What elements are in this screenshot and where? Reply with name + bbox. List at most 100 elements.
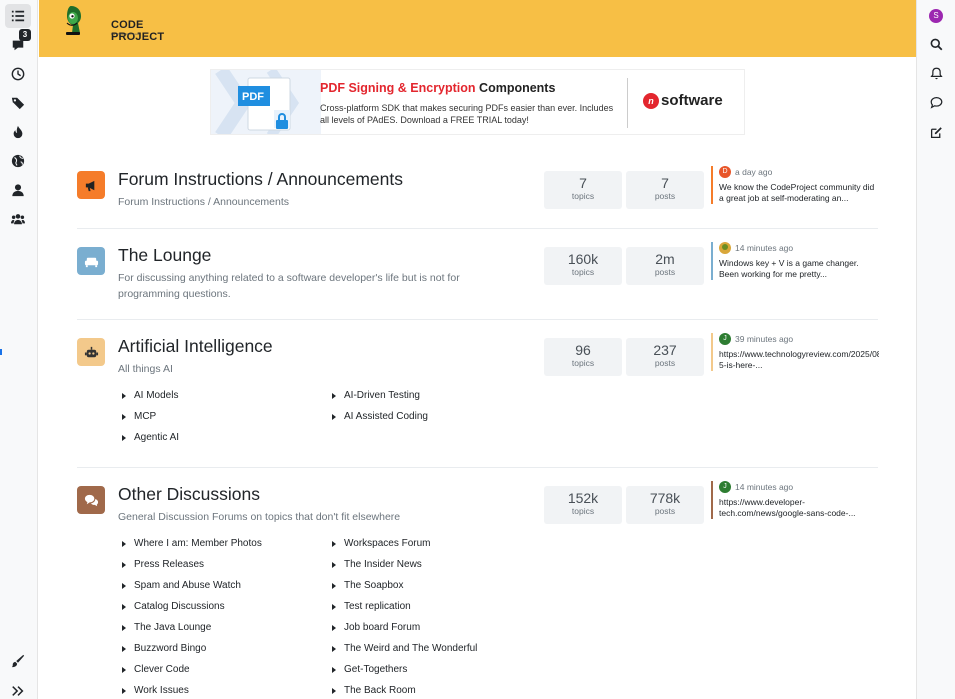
subcategory-link[interactable]: Job board Forum [332, 622, 420, 633]
comments-icon[interactable] [77, 486, 105, 514]
brand-name: software [661, 92, 723, 109]
subcategory-link[interactable]: The Back Room [332, 685, 416, 696]
users-icon[interactable] [5, 178, 31, 202]
subcategory-link[interactable]: The Insider News [332, 559, 422, 570]
subcategory-link[interactable]: The Weird and The Wonderful [332, 643, 477, 654]
last-post-text[interactable]: Windows key + V is a game changer. Been … [719, 258, 879, 280]
subcategory-link[interactable]: The Java Lounge [122, 622, 211, 633]
logo-tagline: For Those Who Code [111, 32, 140, 36]
site-logo[interactable]: CODE PROJECT For Those Who Code [61, 4, 181, 43]
popular-icon[interactable] [5, 120, 31, 144]
recent-icon[interactable] [5, 62, 31, 86]
subcategory-label: AI Models [134, 390, 179, 401]
subcategory-label: Clever Code [134, 664, 190, 675]
subcategory-link[interactable]: Get-Togethers [332, 664, 407, 675]
last-post-text[interactable]: We know the CodeProject community did a … [719, 182, 879, 204]
caret-icon [122, 603, 126, 610]
topics-number: 7 [579, 175, 587, 191]
caret-icon [332, 561, 336, 568]
category-title[interactable]: The Lounge [118, 245, 211, 266]
category-title[interactable]: Artificial Intelligence [118, 336, 273, 357]
last-post[interactable]: 14 minutes ago Windows key + V is a game… [711, 242, 879, 280]
subcategory-label: MCP [134, 411, 157, 422]
categories-icon[interactable] [5, 4, 31, 28]
caret-icon [332, 687, 336, 694]
topics-count: 152k topics [544, 486, 622, 524]
notifications-icon[interactable] [925, 62, 947, 84]
subcategory-label: AI Assisted Coding [344, 411, 428, 422]
search-icon[interactable] [925, 33, 947, 55]
category-forum-instructions: Forum Instructions / Announcements Forum… [77, 166, 878, 211]
caret-icon [332, 392, 336, 399]
ad-artwork: PDF [211, 70, 321, 134]
ad-banner[interactable]: PDF PDF Signing & Encryption Components … [210, 69, 745, 135]
posts-label: posts [654, 506, 676, 516]
subcategory-link[interactable]: Press Releases [122, 559, 204, 570]
category-title[interactable]: Forum Instructions / Announcements [118, 169, 403, 190]
subcategory-label: Get-Togethers [344, 664, 408, 675]
avatar[interactable]: J [719, 333, 731, 345]
subcategory-link[interactable]: Clever Code [122, 664, 190, 675]
last-post-text[interactable]: https://www.developer-tech.com/news/goog… [719, 497, 879, 519]
user-menu[interactable]: S [925, 5, 947, 27]
subcategory-link[interactable]: AI-Driven Testing [332, 390, 420, 401]
avatar[interactable] [719, 242, 731, 254]
subcategory-link[interactable]: Spam and Abuse Watch [122, 580, 241, 591]
category-description: General Discussion Forums on topics that… [118, 511, 401, 523]
caret-icon [332, 582, 336, 589]
subcategory-link[interactable]: Buzzword Bingo [122, 643, 206, 654]
last-post-time[interactable]: 14 minutes ago [735, 243, 793, 253]
caret-icon [122, 624, 126, 631]
subcategory-label: Work Issues [134, 685, 189, 696]
paintbrush-icon[interactable] [5, 649, 31, 673]
last-post-time[interactable]: 39 minutes ago [735, 334, 793, 344]
category-the-lounge: The Lounge For discussing anything relat… [77, 242, 878, 303]
world-icon[interactable] [5, 149, 31, 173]
unread-icon[interactable]: 3 [5, 29, 31, 57]
logo-text: CODE PROJECT [111, 19, 165, 43]
category-description: Forum Instructions / Announcements [118, 196, 289, 208]
subcategory-label: Workspaces Forum [344, 538, 431, 549]
subcategory-label: The Java Lounge [134, 622, 212, 633]
bullhorn-icon[interactable] [77, 171, 105, 199]
subcategory-label: Press Releases [134, 559, 205, 570]
subcategory-link[interactable]: MCP [122, 411, 156, 422]
divider [77, 228, 878, 229]
subcategory-link[interactable]: Agentic AI [122, 432, 179, 443]
last-post[interactable]: J 39 minutes ago https://www.technologyre… [711, 333, 879, 371]
compose-icon[interactable] [925, 121, 947, 143]
right-sidebar: S [916, 0, 955, 699]
brand-logo-icon: n [643, 92, 659, 109]
topics-number: 160k [567, 251, 599, 267]
groups-icon[interactable] [5, 207, 31, 231]
caret-icon [122, 392, 126, 399]
last-post[interactable]: J 14 minutes ago https://www.developer-te… [711, 481, 879, 519]
ad-title-rest: Components [475, 81, 556, 95]
subcategory-link[interactable]: AI Assisted Coding [332, 411, 428, 422]
subcategory-link[interactable]: Catalog Discussions [122, 601, 225, 612]
couch-icon[interactable] [77, 247, 105, 275]
subcategory-link[interactable]: AI Models [122, 390, 178, 401]
subcategory-label: The Insider News [344, 559, 422, 570]
tags-icon[interactable] [5, 91, 31, 115]
last-post[interactable]: Da day ago We know the CodeProject commu… [711, 166, 879, 204]
robot-icon[interactable] [77, 338, 105, 366]
avatar[interactable]: D [719, 166, 731, 178]
expand-icon[interactable] [5, 679, 31, 699]
edge-indicator [0, 349, 2, 355]
subcategory-link[interactable]: Test replication [332, 601, 411, 612]
last-post-time[interactable]: 14 minutes ago [735, 482, 793, 492]
subcategory-label: Buzzword Bingo [134, 643, 207, 654]
category-title[interactable]: Other Discussions [118, 484, 260, 505]
caret-icon [332, 540, 336, 547]
subcategory-link[interactable]: Workspaces Forum [332, 538, 431, 549]
subcategory-link[interactable]: Where I am: Member Photos [122, 538, 262, 549]
last-post-time[interactable]: a day ago [735, 167, 772, 177]
divider [77, 467, 878, 468]
caret-icon [332, 413, 336, 420]
subcategory-link[interactable]: The Soapbox [332, 580, 404, 591]
avatar[interactable]: J [719, 481, 731, 493]
last-post-text[interactable]: https://www.technologyreview.com/2025/08… [719, 349, 879, 371]
subcategory-link[interactable]: Work Issues [122, 685, 189, 696]
chats-icon[interactable] [925, 91, 947, 113]
